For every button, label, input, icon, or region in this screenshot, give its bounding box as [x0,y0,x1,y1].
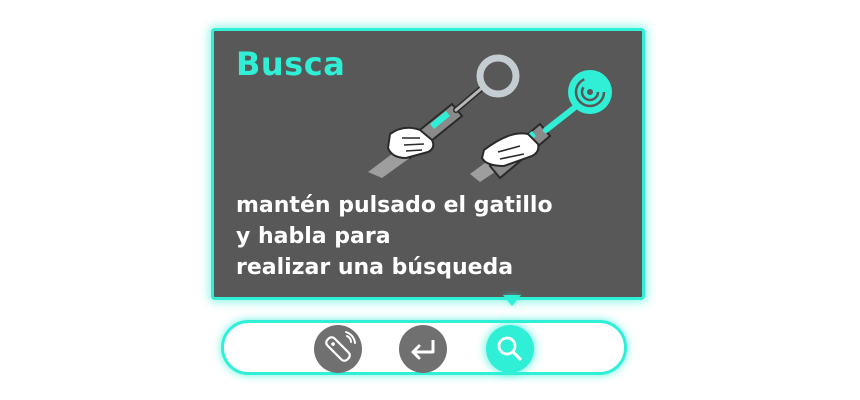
voice-search-icon [543,70,612,133]
remote-pointer-icon [325,331,356,362]
tooltip-pointer [503,295,521,306]
tutorial-illustration [368,54,612,182]
tooltip-instruction-line: y habla para [236,224,391,249]
search-button[interactable] [486,325,534,373]
tooltip-instructions: mantén pulsado el gatillo y habla para r… [236,190,636,283]
tooltip-title: Busca [236,45,346,83]
tooltip-instruction-line: realizar una búsqueda [236,255,514,280]
magnifier-icon [453,54,520,113]
enter-button[interactable] [399,325,447,373]
enter-return-icon [411,340,435,360]
hand-holding-remote-icon [368,102,464,178]
tooltip-instruction-line: mantén pulsado el gatillo [236,193,553,218]
search-icon [497,336,522,361]
hand-holding-remote-icon [470,122,552,182]
remote-pointer-button[interactable] [314,325,362,373]
